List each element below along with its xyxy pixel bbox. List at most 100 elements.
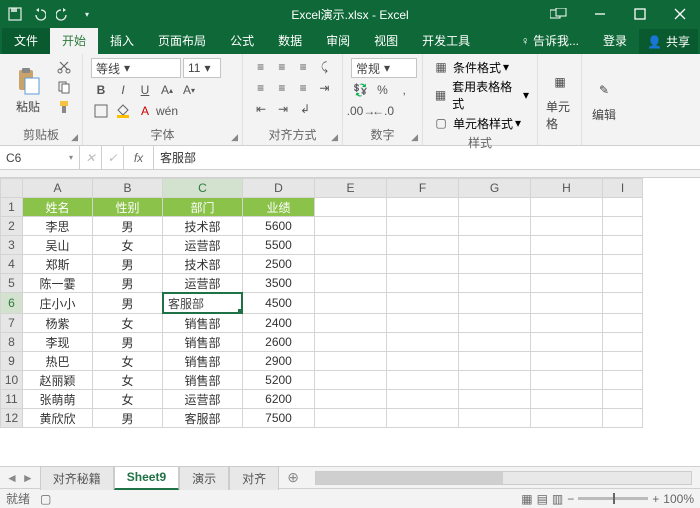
- col-header[interactable]: A: [23, 179, 93, 198]
- cell[interactable]: [603, 314, 643, 333]
- cell[interactable]: 运营部: [163, 274, 243, 293]
- fx-icon[interactable]: fx: [124, 146, 154, 169]
- font-size-select[interactable]: 11▾: [183, 58, 221, 78]
- name-box[interactable]: C6▾: [0, 146, 80, 169]
- cell[interactable]: 男: [93, 409, 163, 428]
- dialog-launcher-icon[interactable]: ◢: [231, 132, 238, 143]
- save-icon[interactable]: [6, 5, 24, 23]
- row-header[interactable]: 8: [1, 333, 23, 352]
- cell[interactable]: [459, 236, 531, 255]
- cell[interactable]: [459, 293, 531, 314]
- orientation-icon[interactable]: ⤹: [315, 58, 334, 76]
- cell[interactable]: [315, 236, 387, 255]
- cell[interactable]: 6200: [243, 390, 315, 409]
- redo-icon[interactable]: [54, 5, 72, 23]
- cell[interactable]: [531, 352, 603, 371]
- cell[interactable]: 销售部: [163, 333, 243, 352]
- cell[interactable]: 李现: [23, 333, 93, 352]
- cell[interactable]: [387, 409, 459, 428]
- row-header[interactable]: 10: [1, 371, 23, 390]
- increase-decimal-icon[interactable]: .00→: [351, 102, 371, 120]
- sheet-tab[interactable]: Sheet9: [114, 466, 179, 490]
- cancel-icon[interactable]: ✕: [80, 146, 102, 169]
- align-center-icon[interactable]: ≡: [272, 79, 291, 97]
- tab-review[interactable]: 审阅: [314, 27, 362, 54]
- row-header[interactable]: 9: [1, 352, 23, 371]
- cell[interactable]: 2400: [243, 314, 315, 333]
- cell[interactable]: 庄小小: [23, 293, 93, 314]
- cell[interactable]: 4500: [243, 293, 315, 314]
- dialog-launcher-icon[interactable]: ◢: [411, 132, 418, 143]
- col-header[interactable]: B: [93, 179, 163, 198]
- currency-icon[interactable]: 💱: [351, 81, 371, 99]
- cell[interactable]: 部门: [163, 198, 243, 217]
- cell[interactable]: 男: [93, 217, 163, 236]
- paste-button[interactable]: 粘贴: [8, 58, 48, 124]
- decrease-indent-icon[interactable]: ⇤: [251, 100, 271, 118]
- increase-font-icon[interactable]: A▴: [157, 81, 177, 99]
- cell[interactable]: 黄欣欣: [23, 409, 93, 428]
- cell[interactable]: [315, 314, 387, 333]
- cell[interactable]: 姓名: [23, 198, 93, 217]
- cell[interactable]: 杨紫: [23, 314, 93, 333]
- align-left-icon[interactable]: ≡: [251, 79, 270, 97]
- cell[interactable]: [603, 352, 643, 371]
- cell[interactable]: [315, 371, 387, 390]
- cell[interactable]: [387, 314, 459, 333]
- align-bottom-icon[interactable]: ≡: [294, 58, 313, 76]
- cell[interactable]: [459, 274, 531, 293]
- cell[interactable]: 销售部: [163, 352, 243, 371]
- cell[interactable]: 女: [93, 314, 163, 333]
- cell[interactable]: 性别: [93, 198, 163, 217]
- tab-layout[interactable]: 页面布局: [146, 27, 218, 54]
- cell[interactable]: 5500: [243, 236, 315, 255]
- fill-color-icon[interactable]: [113, 102, 133, 120]
- cut-icon[interactable]: [54, 58, 74, 76]
- cell[interactable]: [315, 255, 387, 274]
- worksheet-grid[interactable]: ABCDEFGHI1姓名性别部门业绩2李思男技术部56003吴山女运营部5500…: [0, 178, 700, 466]
- cell[interactable]: 5600: [243, 217, 315, 236]
- cell[interactable]: 客服部: [163, 409, 243, 428]
- decrease-font-icon[interactable]: A▾: [179, 81, 199, 99]
- cell[interactable]: 热巴: [23, 352, 93, 371]
- cell[interactable]: [459, 333, 531, 352]
- cell[interactable]: [459, 352, 531, 371]
- format-table-button[interactable]: ▦套用表格格式▾: [431, 78, 529, 112]
- cell[interactable]: 2600: [243, 333, 315, 352]
- cell[interactable]: 3500: [243, 274, 315, 293]
- italic-button[interactable]: I: [113, 81, 133, 99]
- comma-icon[interactable]: ,: [394, 81, 414, 99]
- cell[interactable]: [459, 371, 531, 390]
- cell[interactable]: 运营部: [163, 390, 243, 409]
- undo-icon[interactable]: [30, 5, 48, 23]
- cell[interactable]: [387, 236, 459, 255]
- macro-icon[interactable]: ▢: [40, 492, 51, 506]
- cell[interactable]: [603, 390, 643, 409]
- cell[interactable]: [531, 198, 603, 217]
- cell[interactable]: [603, 409, 643, 428]
- conditional-format-button[interactable]: ▦条件格式▾: [431, 58, 529, 76]
- row-header[interactable]: 2: [1, 217, 23, 236]
- cell[interactable]: [531, 236, 603, 255]
- enter-icon[interactable]: ✓: [102, 146, 124, 169]
- tab-developer[interactable]: 开发工具: [410, 27, 482, 54]
- row-header[interactable]: 5: [1, 274, 23, 293]
- sheet-tab[interactable]: 对齐秘籍: [40, 466, 114, 490]
- cell[interactable]: 5200: [243, 371, 315, 390]
- cell[interactable]: 女: [93, 236, 163, 255]
- cell[interactable]: 技术部: [163, 217, 243, 236]
- tab-formulas[interactable]: 公式: [218, 27, 266, 54]
- cell[interactable]: [603, 217, 643, 236]
- help-button[interactable]: [540, 0, 580, 28]
- cell[interactable]: [459, 217, 531, 236]
- editing-button[interactable]: ✎编辑: [590, 58, 618, 141]
- sheet-nav-prev-icon[interactable]: ◄: [6, 471, 18, 485]
- cell[interactable]: 技术部: [163, 255, 243, 274]
- tell-me[interactable]: ♀ 告诉我...: [509, 27, 591, 54]
- col-header[interactable]: D: [243, 179, 315, 198]
- cell-styles-button[interactable]: ▢单元格样式▾: [431, 114, 529, 132]
- row-header[interactable]: 12: [1, 409, 23, 428]
- row-header[interactable]: 11: [1, 390, 23, 409]
- cell[interactable]: 女: [93, 371, 163, 390]
- page-layout-view-icon[interactable]: ▤: [537, 492, 548, 506]
